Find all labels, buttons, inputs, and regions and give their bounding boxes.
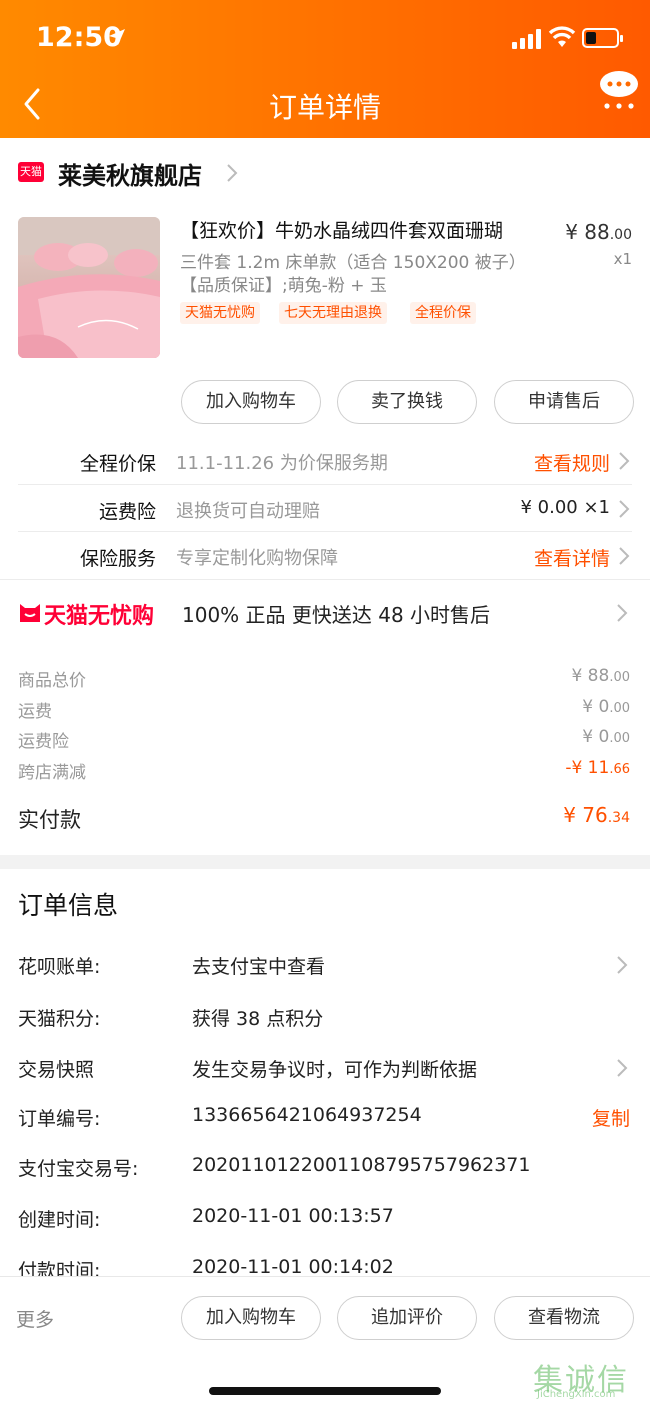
view-rules-link[interactable]: 查看规则 [534, 449, 610, 476]
wifi-icon [548, 26, 576, 47]
tmall-badge: 天猫 [18, 162, 44, 182]
order-info-title: 订单信息 [18, 891, 119, 920]
bottom-action-bar: 更多 加入购物车 追加评价 查看物流 集诚信 JiChengXin.com [0, 1276, 650, 1407]
service-amount: ¥ 0.00 ×1 [520, 497, 610, 518]
service-insurance[interactable]: 保险服务 专享定制化购物保障 查看详情 [18, 532, 632, 579]
product-quantity: x1 [613, 250, 632, 268]
home-indicator [209, 1387, 441, 1395]
paid-amount: ¥ 76.34 [563, 803, 630, 827]
service-label: 运费险 [98, 501, 156, 523]
status-bar: 12:50 [0, 0, 650, 80]
section-spacer [0, 855, 650, 869]
location-arrow-icon [109, 29, 125, 45]
more-button[interactable]: 更多 [16, 1305, 54, 1332]
chevron-right-icon [619, 500, 630, 518]
bottom-add-to-cart-button[interactable]: 加入购物车 [181, 1296, 321, 1340]
tmall-guarantee-row[interactable]: 天猫无忧购 100% 正品 更快送达 48 小时售后 [0, 580, 650, 646]
service-label: 保险服务 [79, 548, 156, 570]
info-row-alipay-number: 支付宝交易号: 2020110122001108795757962371 [18, 1154, 531, 1180]
resell-button[interactable]: 卖了换钱 [337, 380, 477, 424]
watermark-logo: 集诚信 JiChengXin.com [533, 1363, 629, 1400]
tag-tmall-worry-free: 天猫无忧购 [180, 302, 260, 324]
tmall-cat-icon [20, 604, 40, 622]
cost-row-cross-store-discount: 跨店满减 -¥ 11.66 [18, 758, 630, 783]
add-review-button[interactable]: 追加评价 [337, 1296, 477, 1340]
tag-seven-day-return: 七天无理由退换 [279, 302, 387, 324]
chevron-right-icon [619, 452, 630, 470]
chevron-right-icon [619, 547, 630, 565]
info-row-huabei[interactable]: 花呗账单: 去支付宝中查看 [18, 952, 632, 984]
product-sku-detail: 【品质保证】;萌兔-粉 + 玉 [180, 276, 387, 296]
header-bar: 12:50 订单详情 [0, 0, 650, 138]
chevron-right-icon [617, 956, 628, 974]
service-desc: 专享定制化购物保障 [176, 548, 338, 569]
info-row-created-time: 创建时间: 2020-11-01 00:13:57 [18, 1205, 394, 1231]
guarantee-text: 100% 正品 更快送达 48 小时售后 [182, 603, 491, 627]
service-label: 全程价保 [79, 453, 156, 475]
service-price-protection[interactable]: 全程价保 11.1-11.26 为价保服务期 查看规则 [18, 437, 632, 484]
cost-row-shipping-insurance: 运费险 ¥ 0.00 [18, 727, 630, 752]
copy-button[interactable]: 复制 [592, 1104, 630, 1131]
cost-row-goods-total: 商品总价 ¥ 88.00 [18, 666, 630, 691]
product-sku: 三件套 1.2m 床单款（适合 150X200 被子） [180, 253, 526, 273]
add-to-cart-button[interactable]: 加入购物车 [181, 380, 321, 424]
product-title[interactable]: 【狂欢价】牛奶水晶绒四件套双面珊瑚 [180, 216, 550, 243]
product-price: ¥ 88.00 [565, 220, 632, 244]
product-image[interactable] [18, 217, 160, 358]
info-row-order-number: 订单编号: 1336656421064937254 复制 [18, 1104, 630, 1131]
chevron-right-icon [617, 604, 628, 622]
chevron-right-icon [617, 1059, 628, 1077]
info-row-points: 天猫积分: 获得 38 点积分 [18, 1008, 324, 1030]
page-title: 订单详情 [268, 91, 381, 124]
after-sales-button[interactable]: 申请售后 [494, 380, 634, 424]
service-shipping-insurance[interactable]: 运费险 退换货可自动理赔 ¥ 0.00 ×1 [18, 485, 632, 532]
cost-row-shipping: 运费 ¥ 0.00 [18, 697, 630, 722]
info-row-snapshot[interactable]: 交易快照 发生交易争议时，可作为判断依据 [18, 1055, 632, 1087]
service-desc: 退换货可自动理赔 [176, 501, 320, 522]
cellular-signal-icon [512, 29, 541, 49]
view-logistics-button[interactable]: 查看物流 [494, 1296, 634, 1340]
shop-row[interactable]: 天猫 莱美秋旗舰店 [0, 138, 650, 208]
service-desc: 11.1-11.26 为价保服务期 [176, 453, 388, 474]
chevron-right-icon [227, 164, 238, 182]
guarantee-brand: 天猫无忧购 [44, 604, 155, 629]
battery-icon [582, 28, 623, 48]
more-messages-icon[interactable] [598, 70, 640, 114]
tag-price-protection: 全程价保 [410, 302, 476, 324]
shop-name[interactable]: 莱美秋旗舰店 [58, 156, 202, 191]
paid-label: 实付款 [18, 808, 81, 832]
view-details-link[interactable]: 查看详情 [534, 544, 610, 571]
